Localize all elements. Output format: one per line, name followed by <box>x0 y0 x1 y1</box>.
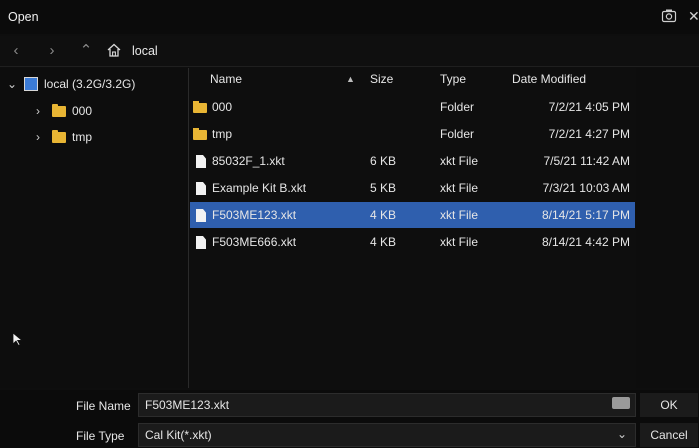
file-type-label: File Type <box>76 429 125 443</box>
file-icon <box>196 236 206 249</box>
folder-icon <box>193 128 207 140</box>
close-icon[interactable]: ✕ <box>688 8 699 25</box>
file-size: 6 KB <box>370 154 397 168</box>
file-date: 7/3/21 10:03 AM <box>542 181 630 195</box>
window-title: Open <box>8 10 39 24</box>
file-row[interactable]: 000 Folder 7/2/21 4:05 PM <box>190 94 635 120</box>
tree-item-label: tmp <box>72 130 93 144</box>
ok-button[interactable]: OK <box>640 393 698 417</box>
file-type: Folder <box>440 100 475 114</box>
file-type: Folder <box>440 127 475 141</box>
chevron-right-icon[interactable]: › <box>32 130 44 144</box>
path-label[interactable]: local <box>132 44 158 58</box>
column-header-size[interactable]: Size <box>370 72 393 92</box>
title-bar <box>0 0 699 34</box>
tree-item-root[interactable]: ⌄ local (3.2G/3.2G) <box>6 73 135 95</box>
file-size: 4 KB <box>370 235 397 249</box>
chevron-right-icon[interactable]: › <box>32 104 44 118</box>
file-row[interactable]: tmp Folder 7/2/21 4:27 PM <box>190 121 635 147</box>
chevron-down-icon[interactable]: ⌄ <box>6 77 18 91</box>
folder-icon <box>52 103 66 117</box>
back-icon[interactable]: ‹ <box>6 41 26 61</box>
file-row[interactable]: 85032F_1.xkt 6 KB xkt File 7/5/21 11:42 … <box>190 148 635 174</box>
file-name: F503ME666.xkt <box>212 235 297 249</box>
file-name-field[interactable]: F503ME123.xkt <box>138 393 636 417</box>
file-date: 7/2/21 4:05 PM <box>548 100 630 114</box>
file-type-select[interactable]: Cal Kit(*.xkt) ⌄ <box>138 423 636 447</box>
screenshot-icon[interactable] <box>661 8 677 24</box>
file-date: 7/2/21 4:27 PM <box>548 127 630 141</box>
file-type: xkt File <box>440 181 479 195</box>
home-icon[interactable] <box>106 42 122 58</box>
chevron-down-icon: ⌄ <box>616 427 627 441</box>
file-name: 85032F_1.xkt <box>212 154 285 168</box>
file-date: 8/14/21 4:42 PM <box>541 235 630 249</box>
forward-icon[interactable]: › <box>42 41 62 61</box>
file-name: F503ME123.xkt <box>212 208 297 222</box>
folder-icon <box>52 129 66 143</box>
column-header-name[interactable]: Name <box>210 72 242 92</box>
file-name: Example Kit B.xkt <box>212 181 307 195</box>
address-bar <box>0 36 699 67</box>
file-row-selected[interactable]: F503ME123.xkt 4 KB xkt File 8/14/21 5:17… <box>190 202 635 228</box>
up-icon[interactable]: ⌃ <box>76 41 96 61</box>
mouse-pointer-icon <box>12 332 24 349</box>
keyboard-icon[interactable] <box>612 397 630 409</box>
folder-icon <box>193 101 207 113</box>
file-name: 000 <box>212 100 233 114</box>
file-size: 5 KB <box>370 181 397 195</box>
tree-root-label: local (3.2G/3.2G) <box>44 77 136 91</box>
cancel-button[interactable]: Cancel <box>640 423 698 447</box>
tree-item-label: 000 <box>72 104 93 118</box>
file-row[interactable]: F503ME666.xkt 4 KB xkt File 8/14/21 4:42… <box>190 229 635 255</box>
file-date: 7/5/21 11:42 AM <box>543 154 630 168</box>
file-icon <box>196 182 206 195</box>
file-row[interactable]: Example Kit B.xkt 5 KB xkt File 7/3/21 1… <box>190 175 635 201</box>
side-panel <box>636 68 699 388</box>
folder-tree <box>0 68 189 388</box>
column-header-type[interactable]: Type <box>440 72 466 92</box>
drive-icon <box>24 77 38 91</box>
file-name-value: F503ME123.xkt <box>145 398 230 412</box>
file-name: tmp <box>212 127 233 141</box>
file-type: xkt File <box>440 208 479 222</box>
sort-ascending-icon: ▲ <box>346 74 355 84</box>
tree-item-000[interactable]: › 000 <box>32 100 92 122</box>
file-type: xkt File <box>440 154 479 168</box>
file-icon <box>196 155 206 168</box>
file-type: xkt File <box>440 235 479 249</box>
file-icon <box>196 209 206 222</box>
tree-item-tmp[interactable]: › tmp <box>32 126 92 148</box>
file-size: 4 KB <box>370 208 397 222</box>
file-name-label: File Name <box>76 399 131 413</box>
file-date: 8/14/21 5:17 PM <box>541 208 630 222</box>
file-type-value: Cal Kit(*.xkt) <box>145 428 212 442</box>
column-header-date[interactable]: Date Modified <box>512 72 586 92</box>
